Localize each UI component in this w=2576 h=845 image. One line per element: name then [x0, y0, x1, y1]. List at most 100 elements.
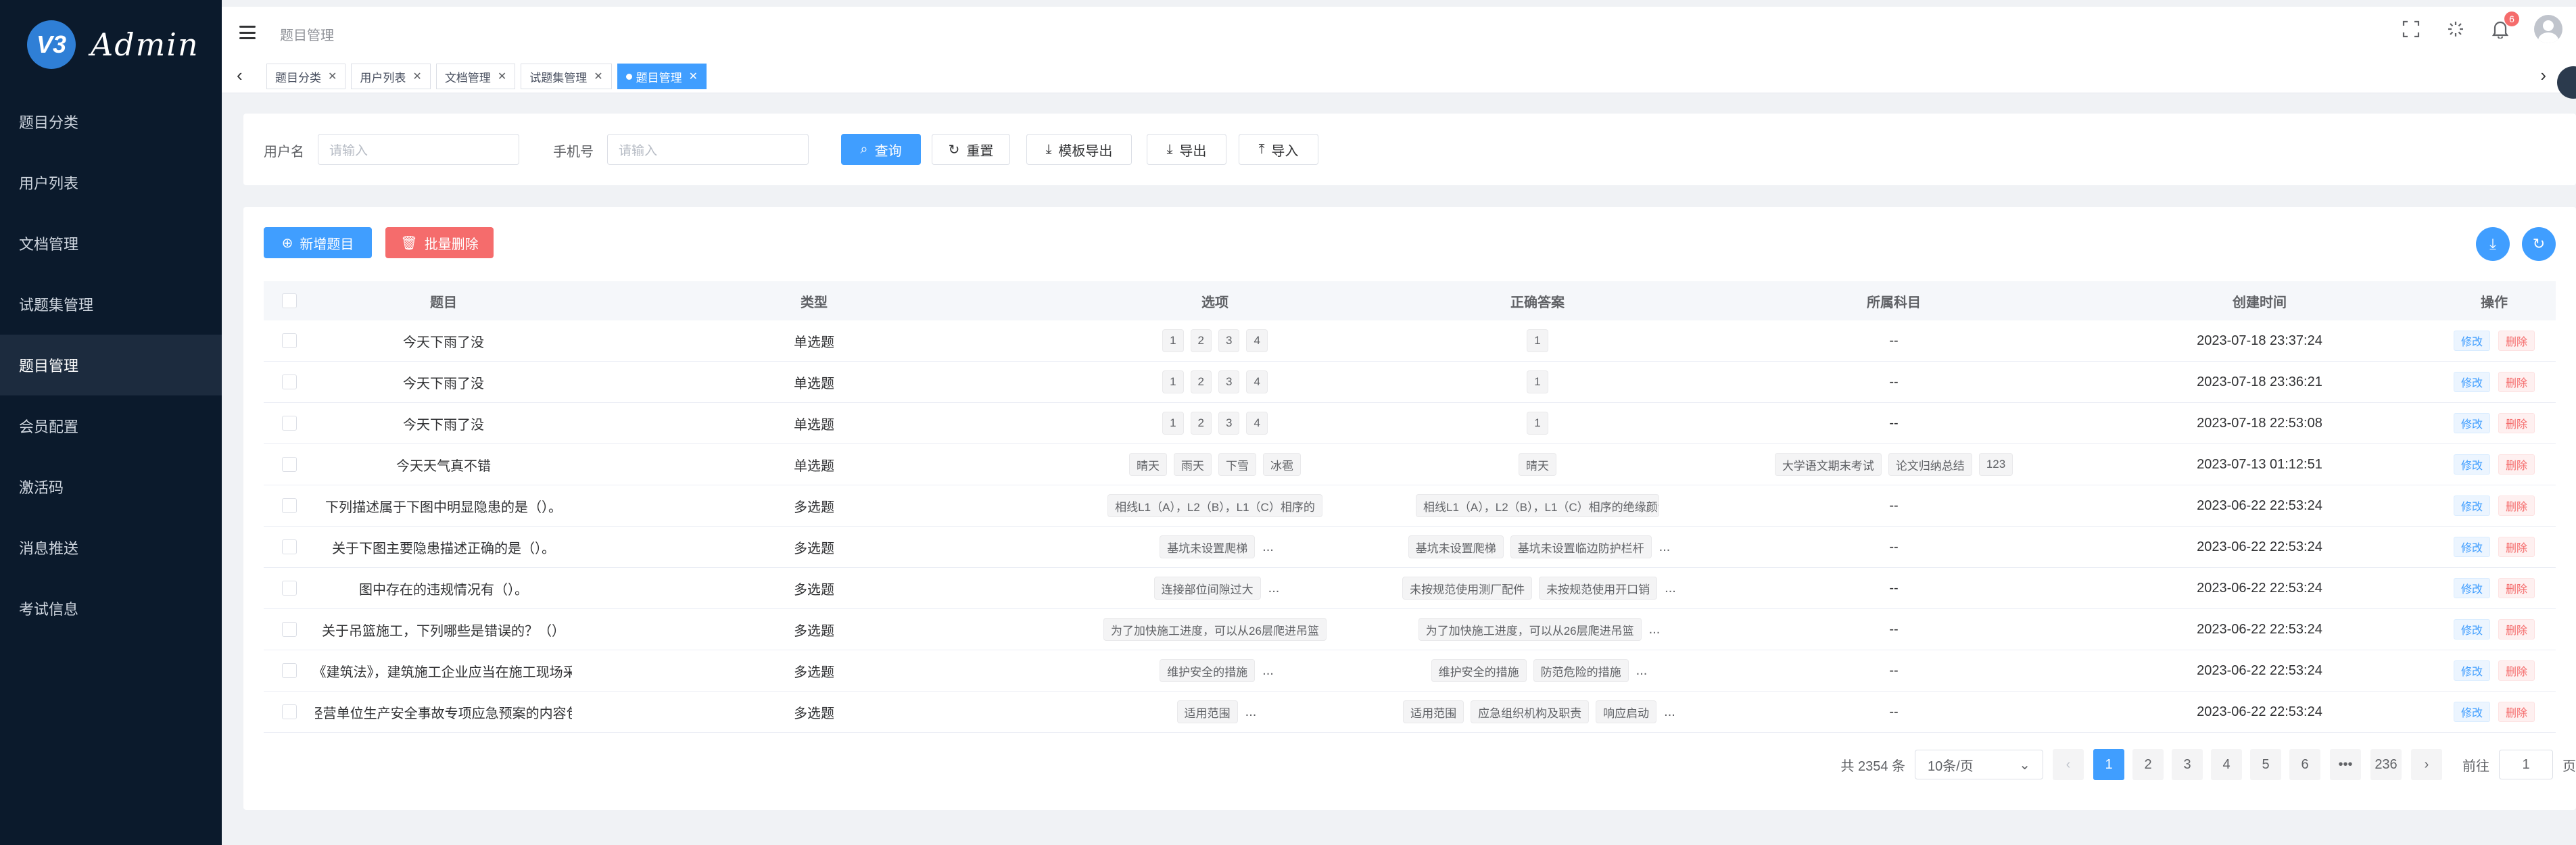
question-title: 今天下雨了没 [403, 417, 484, 433]
close-icon[interactable]: ✕ [412, 70, 421, 83]
loading-icon[interactable] [2445, 18, 2466, 40]
row-checkbox[interactable] [282, 539, 297, 554]
tab-tag[interactable]: 题目分类 ✕ [266, 64, 346, 89]
prev-page-button[interactable]: ‹ [2053, 749, 2084, 780]
delete-button[interactable]: 删除 [2498, 537, 2535, 557]
sidebar-item[interactable]: 会员配置 [0, 395, 222, 456]
delete-button[interactable]: 删除 [2498, 413, 2535, 433]
page-size-select[interactable]: 10条/页 ⌄ [1915, 750, 2043, 779]
delete-button[interactable]: 删除 [2498, 454, 2535, 475]
delete-button[interactable]: 删除 [2498, 331, 2535, 351]
delete-button[interactable]: 删除 [2498, 702, 2535, 722]
add-question-button[interactable]: ⊕ 新增题目 [264, 227, 372, 258]
row-checkbox[interactable] [282, 663, 297, 678]
batch-delete-button[interactable]: 🗑 批量删除 [385, 227, 494, 258]
edit-button[interactable]: 修改 [2453, 619, 2490, 639]
fullscreen-icon[interactable] [2400, 18, 2422, 40]
page-unit: 页 [2562, 758, 2576, 774]
edit-button[interactable]: 修改 [2453, 660, 2490, 681]
close-icon[interactable]: ✕ [689, 70, 698, 83]
question-type: 多选题 [794, 582, 834, 598]
tab-tag[interactable]: 文档管理 ✕ [435, 64, 516, 89]
breadcrumb[interactable]: 题目管理 [280, 24, 334, 44]
delete-button[interactable]: 删除 [2498, 660, 2535, 681]
page-button[interactable]: 2 [2132, 749, 2164, 780]
refresh-circle-button[interactable]: ↻ [2522, 227, 2556, 261]
app-logo[interactable]: V3 Admin [27, 20, 199, 69]
answer-tag: 1 [1527, 329, 1548, 352]
page-button[interactable]: 5 [2250, 749, 2281, 780]
close-icon[interactable]: ✕ [328, 70, 337, 83]
sidebar-item[interactable]: 考试信息 [0, 578, 222, 639]
delete-button[interactable]: 删除 [2498, 372, 2535, 392]
sidebar-item[interactable]: 题目分类 [0, 91, 222, 152]
edit-button[interactable]: 修改 [2453, 702, 2490, 722]
row-checkbox[interactable] [282, 457, 297, 472]
sidebar-item[interactable]: 试题集管理 [0, 274, 222, 335]
page-button[interactable]: 4 [2211, 749, 2242, 780]
page-button[interactable]: 6 [2289, 749, 2320, 780]
option-tag: 4 [1246, 412, 1268, 435]
import-button[interactable]: ⤒ 导入 [1239, 134, 1318, 165]
edit-button[interactable]: 修改 [2453, 578, 2490, 598]
delete-button[interactable]: 删除 [2498, 619, 2535, 639]
row-checkbox[interactable] [282, 581, 297, 596]
row-checkbox[interactable] [282, 416, 297, 431]
edit-button[interactable]: 修改 [2453, 537, 2490, 557]
table-header: 题目 类型 选项 正确答案 所属科目 创建时间 操作 [264, 281, 2556, 320]
tab-tag[interactable]: 用户列表 ✕ [351, 64, 431, 89]
option-tag: 下雪 [1218, 453, 1256, 476]
row-checkbox[interactable] [282, 333, 297, 348]
close-icon[interactable]: ✕ [498, 70, 506, 83]
reset-button[interactable]: ↻ 重置 [932, 134, 1010, 165]
next-page-button[interactable]: › [2411, 749, 2442, 780]
page-more-button[interactable]: ••• [2330, 749, 2361, 780]
tab-tag[interactable]: 试题集管理 ✕ [521, 64, 612, 89]
delete-button[interactable]: 删除 [2498, 578, 2535, 598]
goto-page-input[interactable]: 1 [2499, 750, 2553, 779]
download-circle-button[interactable]: ⤓ [2476, 227, 2510, 261]
edit-button[interactable]: 修改 [2453, 496, 2490, 516]
sidebar-item[interactable]: 文档管理 [0, 213, 222, 274]
question-title: 关于下图主要隐患描述正确的是（）。 [332, 541, 555, 556]
row-checkbox[interactable] [282, 498, 297, 513]
refresh-icon: ↻ [948, 142, 960, 158]
page-last-button[interactable]: 236 [2370, 749, 2402, 780]
page-button[interactable]: 3 [2172, 749, 2203, 780]
select-all-checkbox[interactable] [282, 293, 297, 308]
close-icon[interactable]: ✕ [594, 70, 602, 83]
option-tag: 连接部位间隙过大 [1153, 577, 1261, 600]
edit-button[interactable]: 修改 [2453, 372, 2490, 392]
tab-tag[interactable]: 题目管理 ✕ [617, 64, 707, 89]
table-row: 今天天气真不错 单选题 晴天 雨天 下雪 冰雹 晴天 大学语文期末考试 论文归纳总结 123 202… [264, 444, 2556, 485]
sidebar: V3 Admin 题目分类 用户列表 文档管理 试题集管理 题目管理 会员配置 激活码 消息推… [0, 0, 222, 845]
query-button[interactable]: ⌕ 查询 [841, 134, 921, 165]
options-cell: 连接部位间隙过大... [1056, 568, 1374, 608]
tags-scroll-right-icon[interactable]: › [2540, 65, 2546, 86]
answer-cell: 未按规范使用测厂配件 未按规范使用开口销... [1374, 568, 1701, 608]
phone-input[interactable]: 请输入 [607, 134, 809, 165]
sidebar-item[interactable]: 消息推送 [0, 517, 222, 578]
row-checkbox[interactable] [282, 375, 297, 389]
row-checkbox[interactable] [282, 704, 297, 719]
sidebar-item[interactable]: 用户列表 [0, 152, 222, 213]
delete-button[interactable]: 删除 [2498, 496, 2535, 516]
goto-label: 前往 [2462, 758, 2489, 774]
sidebar-item[interactable]: 激活码 [0, 456, 222, 517]
row-checkbox[interactable] [282, 622, 297, 637]
username-input[interactable]: 请输入 [318, 134, 519, 165]
actions-cell: 修改 删除 [2433, 320, 2556, 361]
subject-empty: -- [1889, 333, 1899, 348]
edit-button[interactable]: 修改 [2453, 413, 2490, 433]
export-button[interactable]: ⤓ 导出 [1147, 134, 1226, 165]
edit-button[interactable]: 修改 [2453, 454, 2490, 475]
sidebar-item[interactable]: 题目管理 [0, 335, 222, 395]
notification-bell-icon[interactable]: 6 [2489, 11, 2519, 40]
template-export-button[interactable]: ⤓ 模板导出 [1026, 134, 1132, 165]
question-title: 下列描述属于下图中明显隐患的是（）。 [325, 500, 562, 515]
edit-button[interactable]: 修改 [2453, 331, 2490, 351]
menu-toggle-icon[interactable] [239, 26, 256, 39]
tags-scroll-left-icon[interactable]: ‹ [237, 65, 243, 86]
page-button[interactable]: 1 [2093, 749, 2124, 780]
user-avatar[interactable] [2534, 15, 2562, 43]
